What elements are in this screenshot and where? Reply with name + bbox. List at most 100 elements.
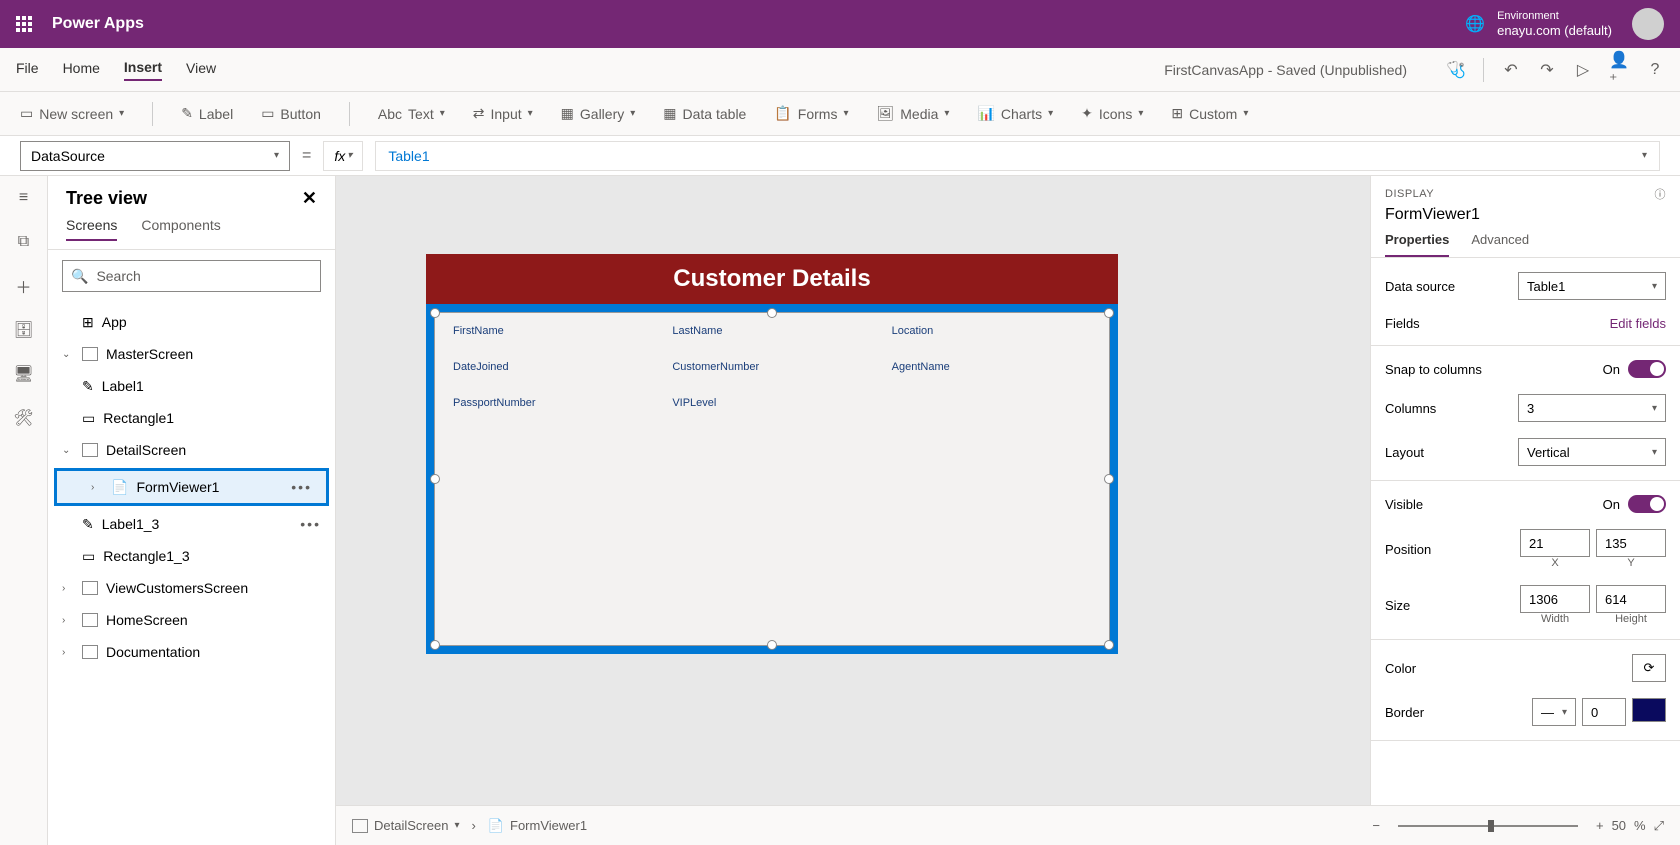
charts-button[interactable]: 📊Charts▾: [977, 105, 1053, 122]
tree-formviewer1[interactable]: ›📄FormViewer1•••: [57, 471, 326, 503]
tree-rectangle1[interactable]: ▭Rectangle1: [48, 402, 335, 434]
env-name[interactable]: enayu.com (default): [1497, 23, 1612, 38]
prop-border-style[interactable]: —▾: [1532, 698, 1576, 726]
tree-homescreen[interactable]: ›HomeScreen: [48, 604, 335, 636]
canvas-area[interactable]: Customer Details FirstName LastName Loca…: [336, 176, 1370, 805]
close-icon[interactable]: ✕: [302, 188, 317, 209]
prop-columns-input[interactable]: 3▾: [1518, 394, 1666, 422]
custom-button[interactable]: ⊞Custom▾: [1171, 105, 1248, 122]
prop-visible-label: Visible: [1385, 497, 1423, 512]
properties-panel: DISPLAYⓘ FormViewer1 Properties Advanced…: [1370, 176, 1680, 845]
field-viplevel: VIPLevel: [672, 397, 871, 409]
prop-size-height[interactable]: 614: [1596, 585, 1666, 613]
tree-documentation[interactable]: ›Documentation: [48, 636, 335, 668]
data-icon[interactable]: 🗄: [14, 320, 34, 340]
fit-icon[interactable]: ⤢: [1654, 818, 1664, 834]
avatar[interactable]: [1632, 8, 1664, 40]
app-title: Power Apps: [52, 15, 144, 33]
icons-button[interactable]: ✦Icons▾: [1081, 105, 1143, 122]
menu-insert[interactable]: Insert: [124, 59, 162, 81]
forms-button[interactable]: 📋Forms▾: [774, 105, 848, 122]
resize-handle[interactable]: [430, 308, 440, 318]
tree-label13[interactable]: ✎Label1_3•••: [48, 508, 335, 540]
zoom-out-icon[interactable]: −: [1372, 818, 1380, 833]
tree-detailscreen[interactable]: ⌄DetailScreen: [48, 434, 335, 466]
redo-icon[interactable]: ↷: [1538, 61, 1556, 79]
more-icon[interactable]: •••: [300, 516, 321, 532]
hamburger-icon[interactable]: ≡: [14, 188, 34, 208]
tab-screens[interactable]: Screens: [66, 217, 117, 241]
tree-title: Tree view: [66, 188, 147, 209]
prop-color-picker[interactable]: ⟳: [1632, 654, 1666, 682]
tools-icon[interactable]: 🛠: [14, 408, 34, 428]
prop-size-label: Size: [1385, 598, 1410, 613]
breadcrumb-screen[interactable]: DetailScreen▾: [352, 818, 459, 833]
resize-handle[interactable]: [1104, 308, 1114, 318]
breadcrumb-control[interactable]: 📄FormViewer1: [488, 818, 587, 834]
snap-toggle[interactable]: [1628, 360, 1666, 378]
tree-label1[interactable]: ✎Label1: [48, 370, 335, 402]
input-button[interactable]: ⇄Input▾: [473, 105, 533, 122]
media-button[interactable]: 🖼Media▾: [876, 105, 949, 122]
zoom-in-icon[interactable]: +: [1596, 818, 1604, 833]
info-icon[interactable]: ⓘ: [1655, 186, 1667, 202]
resize-handle[interactable]: [430, 474, 440, 484]
tab-properties[interactable]: Properties: [1385, 232, 1449, 257]
edit-fields-link[interactable]: Edit fields: [1610, 316, 1666, 331]
menu-home[interactable]: Home: [63, 60, 100, 80]
zoom-slider[interactable]: [1398, 825, 1578, 827]
resize-handle[interactable]: [767, 308, 777, 318]
tree-masterscreen[interactable]: ⌄MasterScreen: [48, 338, 335, 370]
prop-data-source-input[interactable]: Table1▾: [1518, 272, 1666, 300]
tab-advanced[interactable]: Advanced: [1471, 232, 1529, 257]
prop-layout-input[interactable]: Vertical▾: [1518, 438, 1666, 466]
field-agentname: AgentName: [892, 361, 1091, 373]
prop-size-width[interactable]: 1306: [1520, 585, 1590, 613]
undo-icon[interactable]: ↶: [1502, 61, 1520, 79]
tree-app[interactable]: ⊞App: [48, 306, 335, 338]
prop-position-x[interactable]: 21: [1520, 529, 1590, 557]
separator: [1483, 58, 1484, 82]
resize-handle[interactable]: [767, 640, 777, 650]
menu-view[interactable]: View: [186, 60, 216, 80]
prop-snap-label: Snap to columns: [1385, 362, 1482, 377]
field-passportnumber: PassportNumber: [453, 397, 652, 409]
text-button[interactable]: AbcText▾: [378, 106, 445, 122]
insert-ribbon: ▭New screen▾ ✎Label ▭Button AbcText▾ ⇄In…: [0, 92, 1680, 136]
tree-panel: Tree view ✕ Screens Components 🔍Search ⊞A…: [48, 176, 336, 845]
gallery-button[interactable]: ▦Gallery▾: [561, 105, 636, 122]
prop-position-y[interactable]: 135: [1596, 529, 1666, 557]
button-button[interactable]: ▭Button: [261, 105, 321, 122]
tree-view-icon[interactable]: ⧉: [14, 232, 34, 252]
tab-components[interactable]: Components: [141, 217, 220, 241]
insert-icon[interactable]: ＋: [14, 276, 34, 296]
search-input[interactable]: 🔍Search: [62, 260, 321, 292]
play-icon[interactable]: ▷: [1574, 61, 1592, 79]
waffle-icon[interactable]: [16, 16, 32, 32]
resize-handle[interactable]: [430, 640, 440, 650]
form-viewer-selected[interactable]: FirstName LastName Location DateJoined C…: [426, 304, 1118, 654]
data-table-button[interactable]: ▦Data table: [663, 105, 746, 122]
help-icon[interactable]: ?: [1646, 61, 1664, 79]
prop-columns-label: Columns: [1385, 401, 1436, 416]
new-screen-button[interactable]: ▭New screen▾: [20, 105, 124, 122]
share-icon[interactable]: 👤⁺: [1610, 61, 1628, 79]
resize-handle[interactable]: [1104, 640, 1114, 650]
property-dropdown[interactable]: DataSource▾: [20, 141, 290, 171]
fx-button[interactable]: fx▾: [323, 141, 363, 171]
tree-viewcustomers[interactable]: ›ViewCustomersScreen: [48, 572, 335, 604]
formula-input[interactable]: Table1▾: [375, 141, 1660, 171]
resize-handle[interactable]: [1104, 474, 1114, 484]
card-title: Customer Details: [426, 254, 1118, 304]
tree-rectangle13[interactable]: ▭Rectangle1_3: [48, 540, 335, 572]
visible-toggle[interactable]: [1628, 495, 1666, 513]
app-checker-icon[interactable]: 🩺: [1447, 61, 1465, 79]
props-control-name: FormViewer1: [1371, 206, 1680, 232]
media-rail-icon[interactable]: 🖥: [14, 364, 34, 384]
prop-border-color[interactable]: [1632, 698, 1666, 722]
menu-file[interactable]: File: [16, 60, 39, 80]
label-button[interactable]: ✎Label: [181, 105, 233, 122]
prop-border-width[interactable]: 0: [1582, 698, 1626, 726]
menu-row: File Home Insert View FirstCanvasApp - S…: [0, 48, 1680, 92]
more-icon[interactable]: •••: [291, 479, 312, 495]
